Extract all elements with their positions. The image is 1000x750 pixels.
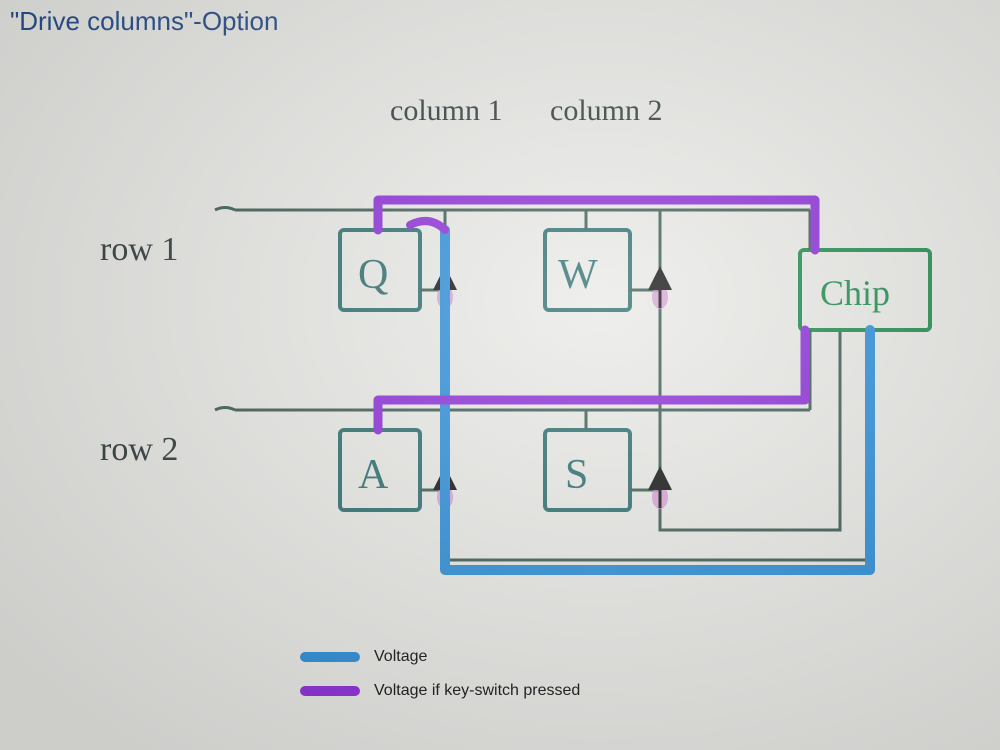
- svg-text:S: S: [565, 452, 588, 498]
- diode-s: [652, 478, 668, 509]
- key-w: W: [545, 210, 660, 310]
- diode-w: [652, 278, 668, 309]
- column-1-label: column 1: [390, 94, 503, 127]
- row-1-label: row 1: [100, 231, 178, 268]
- column-2-wire: [660, 210, 840, 530]
- column-2-label: column 2: [550, 94, 663, 127]
- legend-label-voltage-pressed: Voltage if key-switch pressed: [374, 682, 580, 700]
- svg-text:W: W: [558, 252, 598, 298]
- chip: Chip: [800, 250, 930, 330]
- matrix-diagram: column 1 column 2 row 1 row 2 Q W A S: [0, 0, 1000, 750]
- row-2-label: row 2: [100, 431, 178, 468]
- svg-text:A: A: [358, 452, 389, 498]
- legend-swatch-voltage-pressed: [300, 686, 360, 696]
- legend-label-voltage: Voltage: [374, 648, 427, 666]
- key-a: A: [340, 410, 445, 510]
- svg-text:Chip: Chip: [820, 273, 890, 313]
- key-s: S: [545, 410, 660, 510]
- legend: Voltage Voltage if key-switch pressed: [300, 640, 580, 708]
- legend-swatch-voltage: [300, 652, 360, 662]
- svg-text:Q: Q: [358, 252, 388, 298]
